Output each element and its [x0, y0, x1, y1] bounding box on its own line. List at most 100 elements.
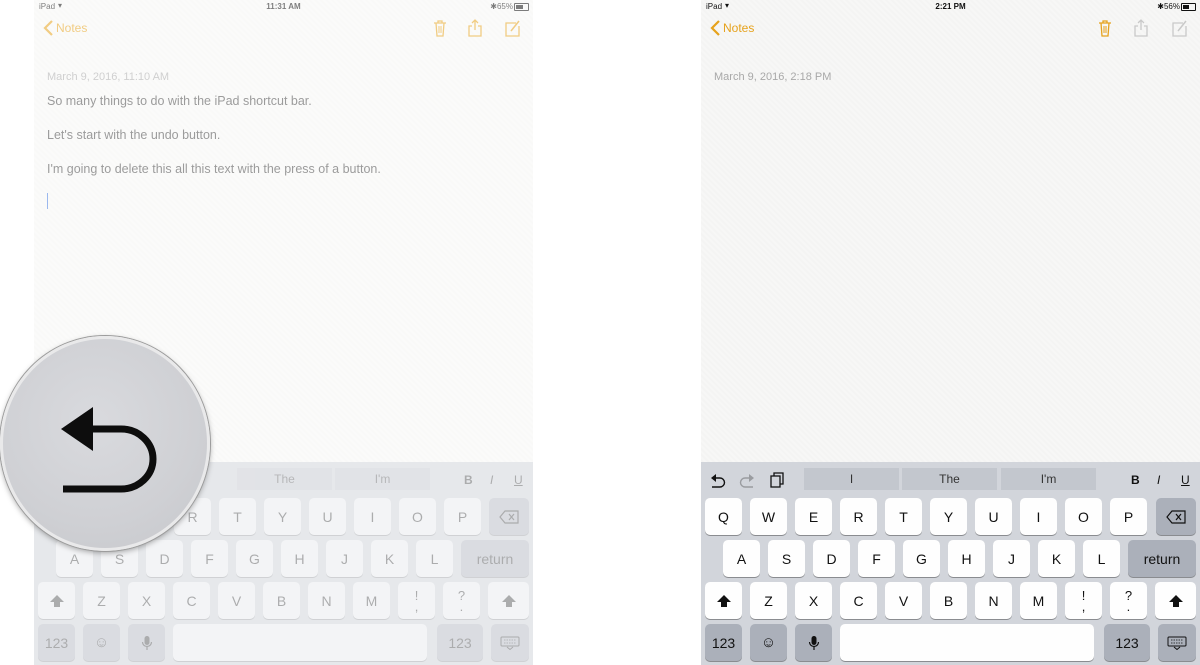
bold-button[interactable]: B — [464, 473, 473, 487]
key[interactable]: F — [191, 540, 228, 577]
note-date: March 9, 2016, 11:10 AM — [47, 71, 170, 83]
underline-button[interactable]: U — [1181, 473, 1190, 487]
hide-keyboard-key[interactable] — [491, 624, 529, 661]
nav-bar: Notes — [34, 14, 533, 44]
key[interactable]: C — [173, 582, 210, 619]
share-icon[interactable] — [1132, 18, 1150, 38]
shift-icon — [49, 594, 64, 607]
key[interactable]: S — [768, 540, 805, 577]
trash-icon[interactable] — [1096, 18, 1114, 38]
key[interactable]: D — [146, 540, 183, 577]
key[interactable]: F — [858, 540, 895, 577]
return-key[interactable]: return — [1128, 540, 1196, 577]
key[interactable]: J — [326, 540, 363, 577]
share-icon[interactable] — [466, 18, 484, 38]
shift-key-right[interactable] — [1155, 582, 1196, 619]
key[interactable]: W — [750, 498, 787, 535]
key[interactable]: L — [1083, 540, 1120, 577]
key[interactable]: P — [1110, 498, 1147, 535]
redo-icon[interactable] — [739, 472, 755, 488]
key[interactable]: T — [219, 498, 256, 535]
emoji-key[interactable]: ☺ — [750, 624, 787, 661]
key[interactable]: I — [1020, 498, 1057, 535]
key[interactable]: V — [218, 582, 255, 619]
undo-icon[interactable] — [710, 472, 726, 488]
key[interactable]: Z — [83, 582, 120, 619]
emoji-key[interactable]: ☺ — [83, 624, 120, 661]
suggestion-2[interactable]: I'm — [335, 468, 430, 490]
paste-icon[interactable] — [769, 472, 785, 488]
key[interactable]: P — [444, 498, 481, 535]
back-button[interactable]: Notes — [42, 18, 87, 38]
key[interactable]: V — [885, 582, 922, 619]
punctuation-key-1[interactable]: !, — [1065, 582, 1102, 619]
note-line[interactable]: I'm going to delete this all this text w… — [47, 162, 381, 176]
key[interactable]: X — [128, 582, 165, 619]
dictation-key[interactable] — [795, 624, 832, 661]
dictation-key[interactable] — [128, 624, 165, 661]
key[interactable]: I — [354, 498, 391, 535]
delete-key[interactable] — [489, 498, 529, 535]
note-line[interactable]: So many things to do with the iPad short… — [47, 94, 312, 108]
key[interactable]: H — [948, 540, 985, 577]
key[interactable]: Y — [264, 498, 301, 535]
key[interactable]: M — [1020, 582, 1057, 619]
key[interactable]: L — [416, 540, 453, 577]
key[interactable]: B — [930, 582, 967, 619]
compose-icon[interactable] — [503, 18, 521, 38]
key[interactable]: H — [281, 540, 318, 577]
key[interactable]: M — [353, 582, 390, 619]
space-bar[interactable] — [840, 624, 1094, 661]
key[interactable]: N — [308, 582, 345, 619]
suggestion-1[interactable]: I — [804, 468, 899, 490]
key[interactable]: U — [309, 498, 346, 535]
shift-key[interactable] — [38, 582, 75, 619]
italic-button[interactable]: I — [1157, 473, 1160, 487]
numbers-key[interactable]: 123 — [705, 624, 742, 661]
key[interactable]: D — [813, 540, 850, 577]
key[interactable]: A — [723, 540, 760, 577]
hide-keyboard-key[interactable] — [1158, 624, 1196, 661]
punctuation-key-1[interactable]: !, — [398, 582, 435, 619]
suggestion-3[interactable]: I'm — [1001, 468, 1096, 490]
numbers-key-right[interactable]: 123 — [437, 624, 483, 661]
suggestion-2[interactable]: The — [902, 468, 997, 490]
key[interactable]: Q — [705, 498, 742, 535]
shift-key[interactable] — [705, 582, 742, 619]
key[interactable]: R — [840, 498, 877, 535]
key[interactable]: E — [795, 498, 832, 535]
battery-icon — [1181, 3, 1196, 11]
key[interactable]: N — [975, 582, 1012, 619]
key[interactable]: Y — [930, 498, 967, 535]
key[interactable]: B — [263, 582, 300, 619]
back-button[interactable]: Notes — [709, 18, 754, 38]
key[interactable]: T — [885, 498, 922, 535]
punctuation-key-2[interactable]: ?. — [1110, 582, 1147, 619]
key[interactable]: K — [371, 540, 408, 577]
delete-key[interactable] — [1156, 498, 1196, 535]
numbers-key-right[interactable]: 123 — [1104, 624, 1150, 661]
bold-button[interactable]: B — [1131, 473, 1140, 487]
battery-percent: 65% — [496, 2, 513, 11]
suggestion-1[interactable]: The — [237, 468, 332, 490]
key[interactable]: J — [993, 540, 1030, 577]
key[interactable]: O — [399, 498, 436, 535]
key[interactable]: O — [1065, 498, 1102, 535]
italic-button[interactable]: I — [490, 473, 493, 487]
note-line[interactable]: Let's start with the undo button. — [47, 128, 220, 142]
key[interactable]: U — [975, 498, 1012, 535]
return-key[interactable]: return — [461, 540, 529, 577]
punctuation-key-2[interactable]: ?. — [443, 582, 480, 619]
underline-button[interactable]: U — [514, 473, 523, 487]
compose-icon[interactable] — [1170, 18, 1188, 38]
key[interactable]: Z — [750, 582, 787, 619]
key[interactable]: G — [236, 540, 273, 577]
key[interactable]: C — [840, 582, 877, 619]
key[interactable]: K — [1038, 540, 1075, 577]
key[interactable]: G — [903, 540, 940, 577]
key[interactable]: X — [795, 582, 832, 619]
space-bar[interactable] — [173, 624, 427, 661]
numbers-key[interactable]: 123 — [38, 624, 75, 661]
trash-icon[interactable] — [431, 18, 449, 38]
shift-key-right[interactable] — [488, 582, 529, 619]
